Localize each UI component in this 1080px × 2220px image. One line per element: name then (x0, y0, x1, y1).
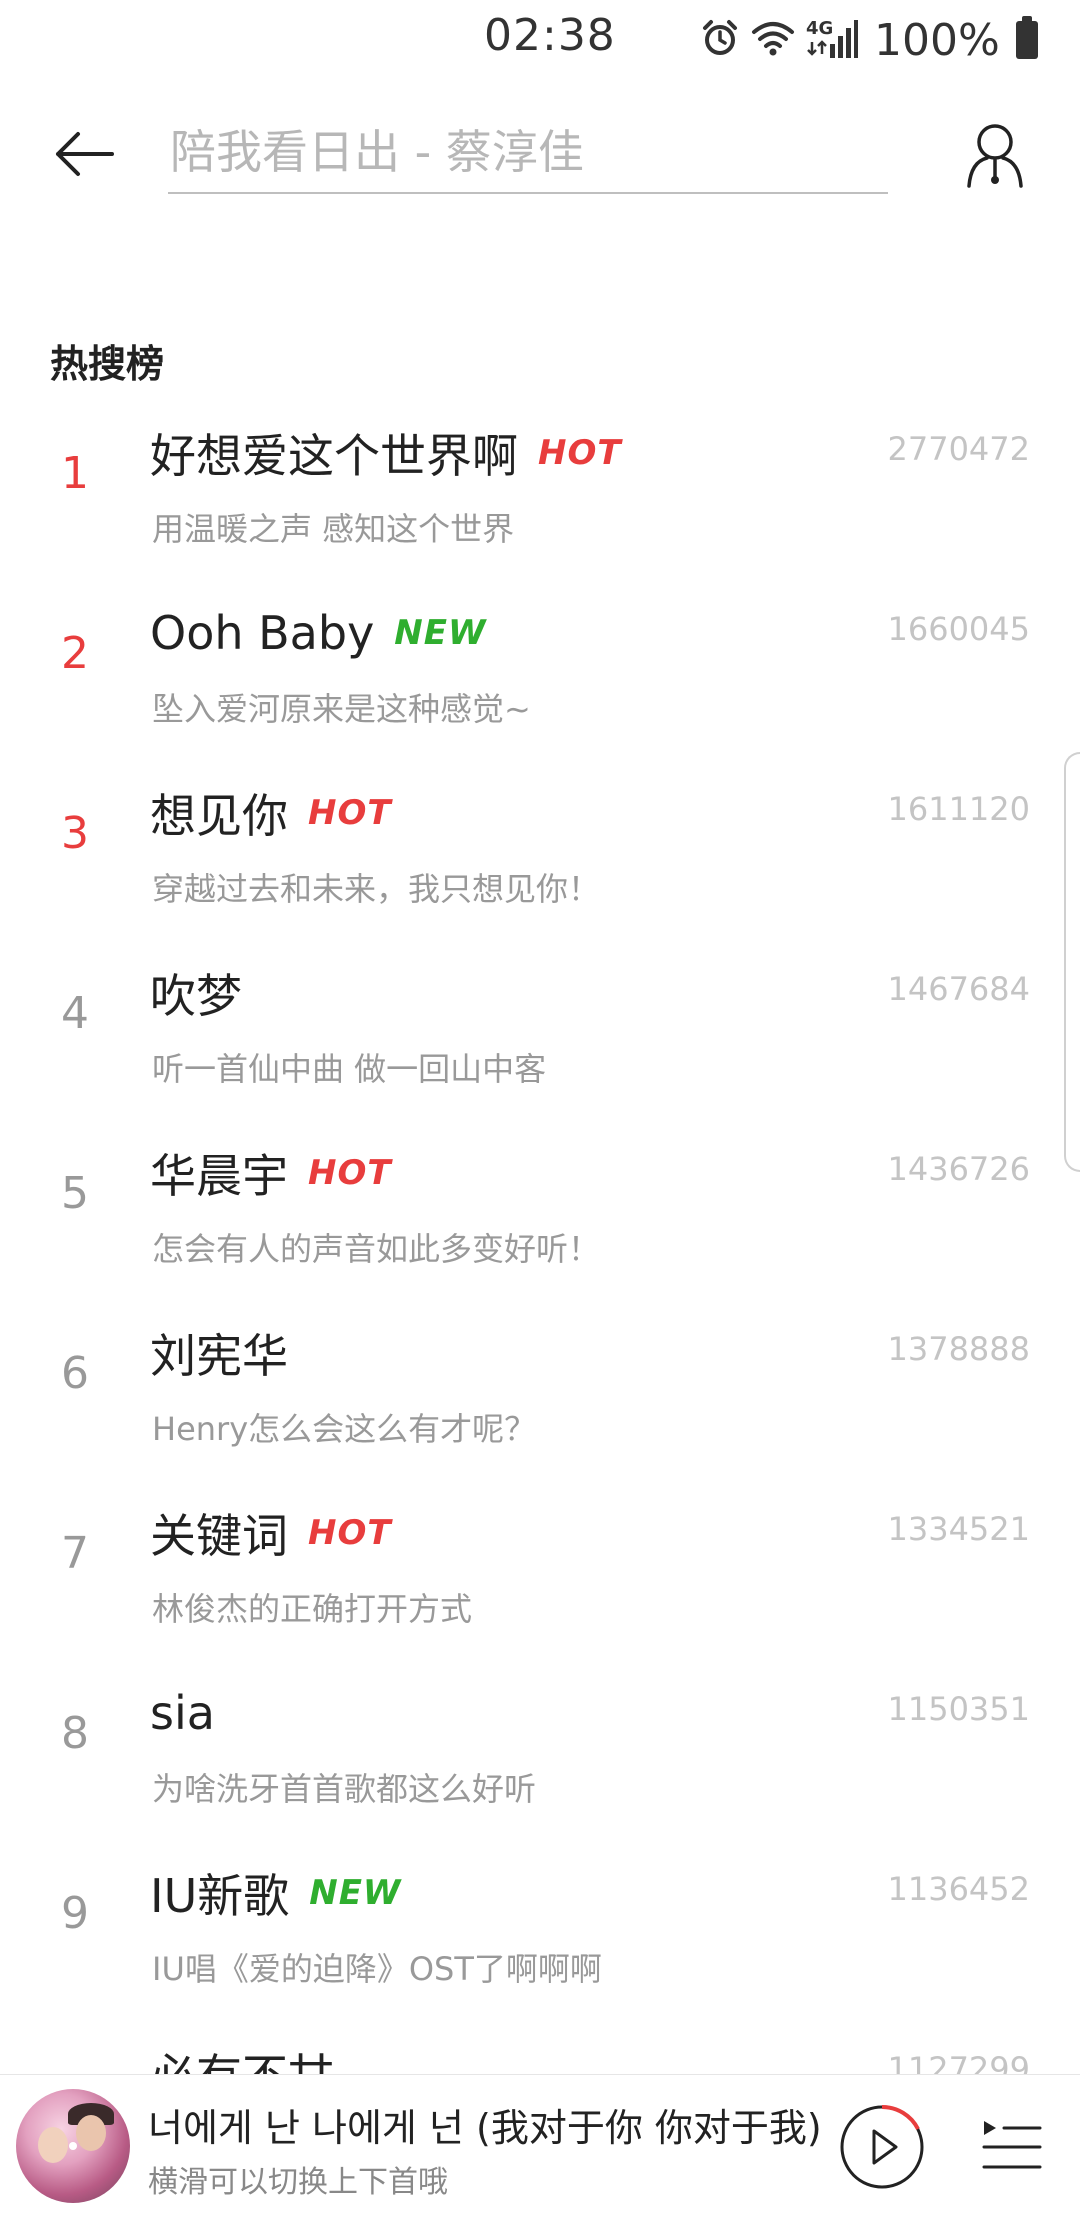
item-description: 坠入爱河原来是这种感觉~ (152, 690, 531, 728)
rank-number: 8 (61, 1708, 89, 1759)
hot-search-title: 热搜榜 (50, 342, 165, 386)
now-playing-title: 너에게 난 나에게 넌 (我对于你 你对于我) (148, 2106, 822, 2150)
item-title: 刘宪华 (150, 1329, 288, 1383)
rank-number: 3 (61, 808, 89, 859)
list-item[interactable]: 3 想见你 HOT 穿越过去和未来，我只想见你！ 1611120 (0, 768, 1080, 948)
search-count: 1136452 (887, 1870, 1030, 1908)
singer-button[interactable] (955, 110, 1035, 200)
album-cover[interactable] (16, 2089, 130, 2203)
search-header (0, 100, 1080, 210)
rank-number: 7 (61, 1528, 89, 1579)
item-title-row: IU新歌 NEW (150, 1858, 401, 1928)
item-title-row: 吹梦 (150, 958, 242, 1028)
list-item[interactable]: 8 sia 为啥洗牙首首歌都这么好听 1150351 (0, 1668, 1080, 1848)
item-description: 穿越过去和未来，我只想见你！ (152, 870, 601, 908)
item-description: IU唱《爱的迫降》OST了啊啊啊 (152, 1950, 602, 1988)
rank-number: 1 (61, 448, 89, 499)
rank-number: 4 (61, 988, 89, 1039)
search-count: 1334521 (887, 1510, 1030, 1548)
search-count: 1660045 (887, 610, 1030, 648)
list-item[interactable]: 6 刘宪华 Henry怎么会这么有才呢？ 1378888 (0, 1308, 1080, 1488)
hot-badge: HOT (308, 1513, 392, 1553)
item-title: 关键词 (150, 1509, 288, 1563)
search-count: 1611120 (887, 790, 1030, 828)
playlist-icon (982, 2121, 1042, 2169)
list-item[interactable]: 5 华晨宇 HOT 怎会有人的声音如此多变好听！ 1436726 (0, 1128, 1080, 1308)
item-description: 用温暖之声 感知这个世界 (152, 510, 515, 548)
battery-icon (1015, 16, 1038, 59)
item-title: 好想爱这个世界啊 (150, 429, 518, 483)
now-playing-hint: 横滑可以切换上下首哦 (148, 2165, 448, 2200)
list-item[interactable]: 4 吹梦 听一首仙中曲 做一回山中客 1467684 (0, 948, 1080, 1128)
new-badge: NEW (394, 613, 487, 653)
item-title-row: 想见你 HOT (150, 778, 392, 848)
item-description: 怎会有人的声音如此多变好听！ (152, 1230, 601, 1268)
playlist-button[interactable] (980, 2115, 1044, 2179)
status-icons: 4G 100% (700, 12, 1038, 68)
list-item[interactable]: 2 Ooh Baby NEW 坠入爱河原来是这种感觉~ 1660045 (0, 588, 1080, 768)
arrow-left-icon (56, 132, 114, 176)
play-button[interactable] (836, 2101, 928, 2193)
rank-number: 6 (61, 1348, 89, 1399)
item-title: sia (150, 1686, 215, 1740)
item-description: 林俊杰的正确打开方式 (152, 1590, 473, 1628)
rank-number: 2 (61, 628, 89, 679)
item-title: 想见你 (150, 789, 288, 843)
album-center-dot (69, 2142, 77, 2150)
hot-badge: HOT (308, 793, 392, 833)
list-item[interactable]: 1 好想爱这个世界啊 HOT 用温暖之声 感知这个世界 2770472 (0, 408, 1080, 588)
item-title: IU新歌 (150, 1869, 290, 1923)
search-count: 2770472 (887, 430, 1030, 468)
status-bar: 02:38 4G 100% (0, 0, 1080, 80)
search-input[interactable] (168, 112, 888, 194)
4g-signal-icon: 4G (806, 18, 858, 62)
album-art-detail (76, 2115, 106, 2151)
side-drawer-handle[interactable] (1064, 752, 1080, 1172)
back-button[interactable] (44, 114, 124, 194)
search-count: 1467684 (887, 970, 1030, 1008)
item-description: 听一首仙中曲 做一回山中客 (152, 1050, 547, 1088)
wifi-icon (750, 18, 796, 62)
battery-percent: 100% (874, 14, 1000, 66)
item-title: Ooh Baby (150, 606, 375, 660)
rank-number: 5 (61, 1168, 89, 1219)
search-count: 1150351 (887, 1690, 1030, 1728)
alarm-icon (700, 18, 740, 62)
item-description: Henry怎么会这么有才呢？ (152, 1410, 537, 1448)
status-time: 02:38 (484, 10, 616, 61)
singer-icon (967, 124, 1023, 188)
hot-badge: HOT (308, 1153, 392, 1193)
search-count: 1436726 (887, 1150, 1030, 1188)
album-art-detail (38, 2127, 68, 2163)
list-item[interactable]: 7 关键词 HOT 林俊杰的正确打开方式 1334521 (0, 1488, 1080, 1668)
item-title: 吹梦 (150, 969, 242, 1023)
item-title-row: sia (150, 1678, 215, 1748)
play-icon (840, 2104, 924, 2189)
item-title-row: 华晨宇 HOT (150, 1138, 392, 1208)
item-title-row: 关键词 HOT (150, 1498, 392, 1568)
new-badge: NEW (309, 1873, 402, 1913)
mini-player[interactable]: 너에게 난 나에게 넌 (我对于你 你对于我) 横滑可以切换上下首哦 (0, 2074, 1080, 2220)
item-title-row: Ooh Baby NEW (150, 598, 486, 668)
item-title-row: 好想爱这个世界啊 HOT (150, 418, 622, 488)
rank-number: 9 (61, 1888, 89, 1939)
search-count: 1378888 (887, 1330, 1030, 1368)
list-item[interactable]: 9 IU新歌 NEW IU唱《爱的迫降》OST了啊啊啊 1136452 (0, 1848, 1080, 2028)
hot-search-list: 1 好想爱这个世界啊 HOT 用温暖之声 感知这个世界 2770472 2 Oo… (0, 408, 1080, 2208)
item-description: 为啥洗牙首首歌都这么好听 (152, 1770, 537, 1808)
item-title-row: 刘宪华 (150, 1318, 288, 1388)
hot-badge: HOT (538, 433, 622, 473)
item-title: 华晨宇 (150, 1149, 288, 1203)
